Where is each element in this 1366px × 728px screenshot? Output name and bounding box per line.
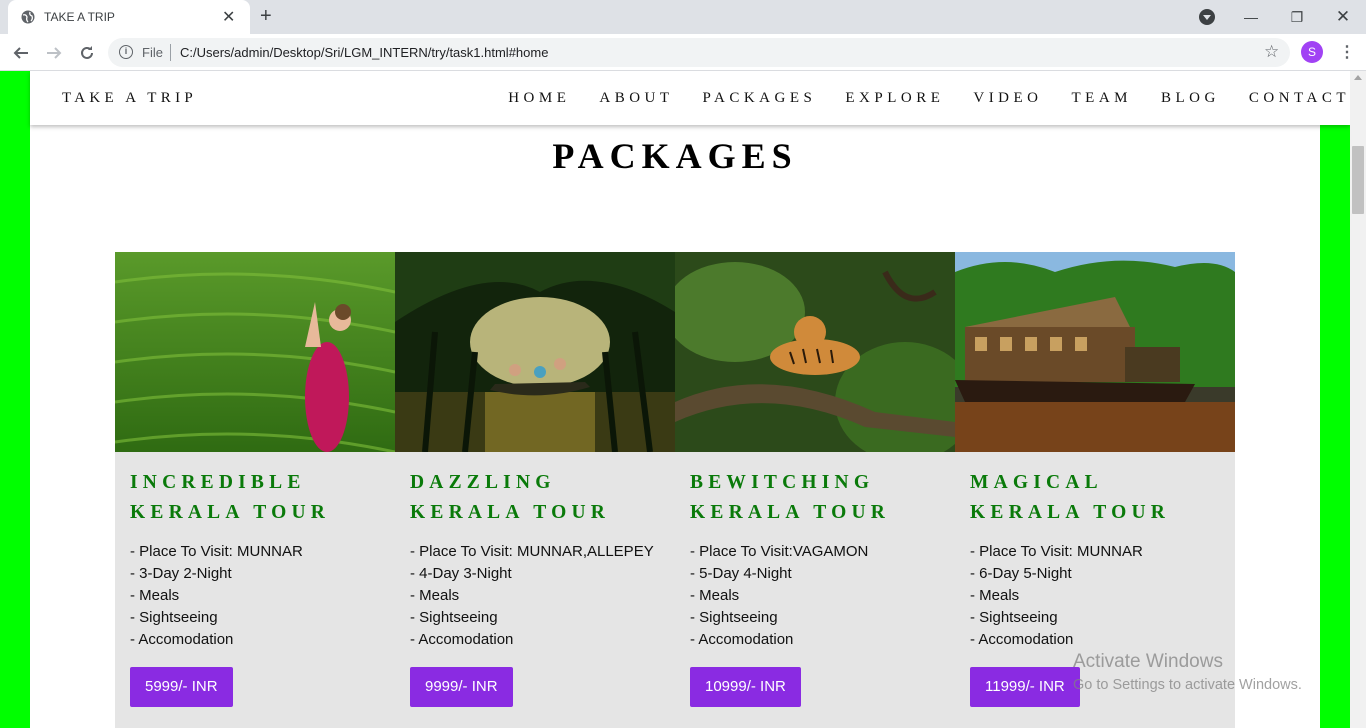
bookmark-star-icon[interactable]: ☆	[1264, 42, 1279, 62]
detail-place: - Place To Visit: MUNNAR,ALLEPEY	[410, 543, 654, 560]
price-button[interactable]: 11999/- INR	[970, 667, 1080, 707]
url-scheme: File	[142, 45, 163, 60]
price-button[interactable]: 10999/- INR	[690, 667, 801, 707]
price-button[interactable]: 5999/- INR	[130, 667, 233, 707]
site-brand[interactable]: TAKE A TRIP	[62, 90, 197, 107]
back-icon[interactable]	[9, 41, 33, 65]
browser-toolbar: i File C:/Users/admin/Desktop/Sri/LGM_IN…	[0, 34, 1366, 71]
nav-video[interactable]: VIDEO	[973, 90, 1042, 107]
nav-contact[interactable]: CONTACT	[1249, 90, 1350, 107]
detail-meals: - Meals	[690, 587, 740, 604]
package-details: - Place To Visit: MUNNAR - 6-Day 5-Night…	[970, 541, 1143, 651]
detail-meals: - Meals	[410, 587, 460, 604]
globe-icon	[21, 10, 35, 24]
detail-meals: - Meals	[970, 587, 1020, 604]
detail-sightseeing: - Sightseeing	[130, 609, 218, 626]
package-cards: INCREDIBLE KERALA TOUR - Place To Visit:…	[115, 252, 1235, 728]
detail-sightseeing: - Sightseeing	[970, 609, 1058, 626]
page-scrollbar[interactable]	[1350, 71, 1366, 728]
detail-place: - Place To Visit: MUNNAR	[130, 543, 303, 560]
nav-packages[interactable]: PACKAGES	[703, 90, 817, 107]
package-image-tiger	[675, 252, 955, 452]
page-viewport: TAKE A TRIP HOME ABOUT PACKAGES EXPLORE …	[0, 71, 1350, 728]
browser-tab[interactable]: TAKE A TRIP ✕	[8, 0, 250, 34]
package-card: DAZZLING KERALA TOUR - Place To Visit: M…	[395, 252, 675, 728]
site-nav: HOME ABOUT PACKAGES EXPLORE VIDEO TEAM B…	[479, 90, 1350, 107]
minimize-icon[interactable]: —	[1228, 0, 1274, 34]
nav-blog[interactable]: BLOG	[1161, 90, 1220, 107]
detail-accomodation: - Accomodation	[130, 631, 234, 648]
package-card: INCREDIBLE KERALA TOUR - Place To Visit:…	[115, 252, 395, 728]
close-tab-icon[interactable]: ✕	[222, 7, 235, 27]
reload-icon[interactable]	[75, 41, 99, 65]
detail-duration: - 3-Day 2-Night	[130, 565, 232, 582]
package-image-houseboat	[955, 252, 1235, 452]
detail-sightseeing: - Sightseeing	[410, 609, 498, 626]
detail-place: - Place To Visit:VAGAMON	[690, 543, 869, 560]
package-details: - Place To Visit: MUNNAR,ALLEPEY - 4-Day…	[410, 541, 654, 651]
menu-kebab-icon[interactable]: ⋮	[1339, 42, 1355, 62]
price-button[interactable]: 9999/- INR	[410, 667, 513, 707]
forward-icon[interactable]	[42, 41, 66, 65]
detail-duration: - 5-Day 4-Night	[690, 565, 792, 582]
detail-duration: - 4-Day 3-Night	[410, 565, 512, 582]
tab-search-icon[interactable]	[1199, 9, 1215, 25]
url-text[interactable]: C:/Users/admin/Desktop/Sri/LGM_INTERN/tr…	[180, 45, 548, 60]
detail-accomodation: - Accomodation	[690, 631, 794, 648]
scroll-up-icon[interactable]	[1354, 75, 1362, 80]
package-title: MAGICAL KERALA TOUR	[970, 472, 1171, 523]
new-tab-icon[interactable]: +	[260, 5, 272, 28]
profile-avatar[interactable]: S	[1301, 41, 1323, 63]
nav-about[interactable]: ABOUT	[599, 90, 673, 107]
detail-accomodation: - Accomodation	[410, 631, 514, 648]
nav-team[interactable]: TEAM	[1072, 90, 1133, 107]
detail-accomodation: - Accomodation	[970, 631, 1074, 648]
address-bar[interactable]: i File C:/Users/admin/Desktop/Sri/LGM_IN…	[108, 38, 1290, 67]
watermark-line2: Go to Settings to activate Windows.	[1073, 677, 1302, 693]
section-title: PACKAGES	[552, 136, 798, 176]
package-details: - Place To Visit: MUNNAR - 3-Day 2-Night…	[130, 541, 303, 651]
package-image-mangrove-boat	[395, 252, 675, 452]
nav-explore[interactable]: EXPLORE	[845, 90, 944, 107]
info-icon[interactable]: i	[119, 45, 133, 59]
tab-strip: TAKE A TRIP ✕ + — ❐ ✕	[0, 0, 1366, 34]
divider	[170, 44, 171, 61]
scrollbar-thumb[interactable]	[1352, 146, 1364, 214]
detail-meals: - Meals	[130, 587, 180, 604]
package-title: INCREDIBLE KERALA TOUR	[130, 472, 331, 523]
detail-place: - Place To Visit: MUNNAR	[970, 543, 1143, 560]
nav-home[interactable]: HOME	[508, 90, 570, 107]
windows-activation-watermark: Activate Windows Go to Settings to activ…	[1073, 651, 1302, 693]
watermark-line1: Activate Windows	[1073, 651, 1223, 672]
detail-duration: - 6-Day 5-Night	[970, 565, 1072, 582]
package-title: DAZZLING KERALA TOUR	[410, 472, 611, 523]
package-card: BEWITCHING KERALA TOUR - Place To Visit:…	[675, 252, 955, 728]
package-image-tea-plantation	[115, 252, 395, 452]
package-title: BEWITCHING KERALA TOUR	[690, 472, 891, 523]
restore-icon[interactable]: ❐	[1274, 0, 1320, 34]
site-navbar: TAKE A TRIP HOME ABOUT PACKAGES EXPLORE …	[30, 71, 1350, 125]
tab-title: TAKE A TRIP	[44, 10, 115, 24]
package-details: - Place To Visit:VAGAMON - 5-Day 4-Night…	[690, 541, 868, 651]
window-close-icon[interactable]: ✕	[1320, 0, 1366, 34]
detail-sightseeing: - Sightseeing	[690, 609, 778, 626]
